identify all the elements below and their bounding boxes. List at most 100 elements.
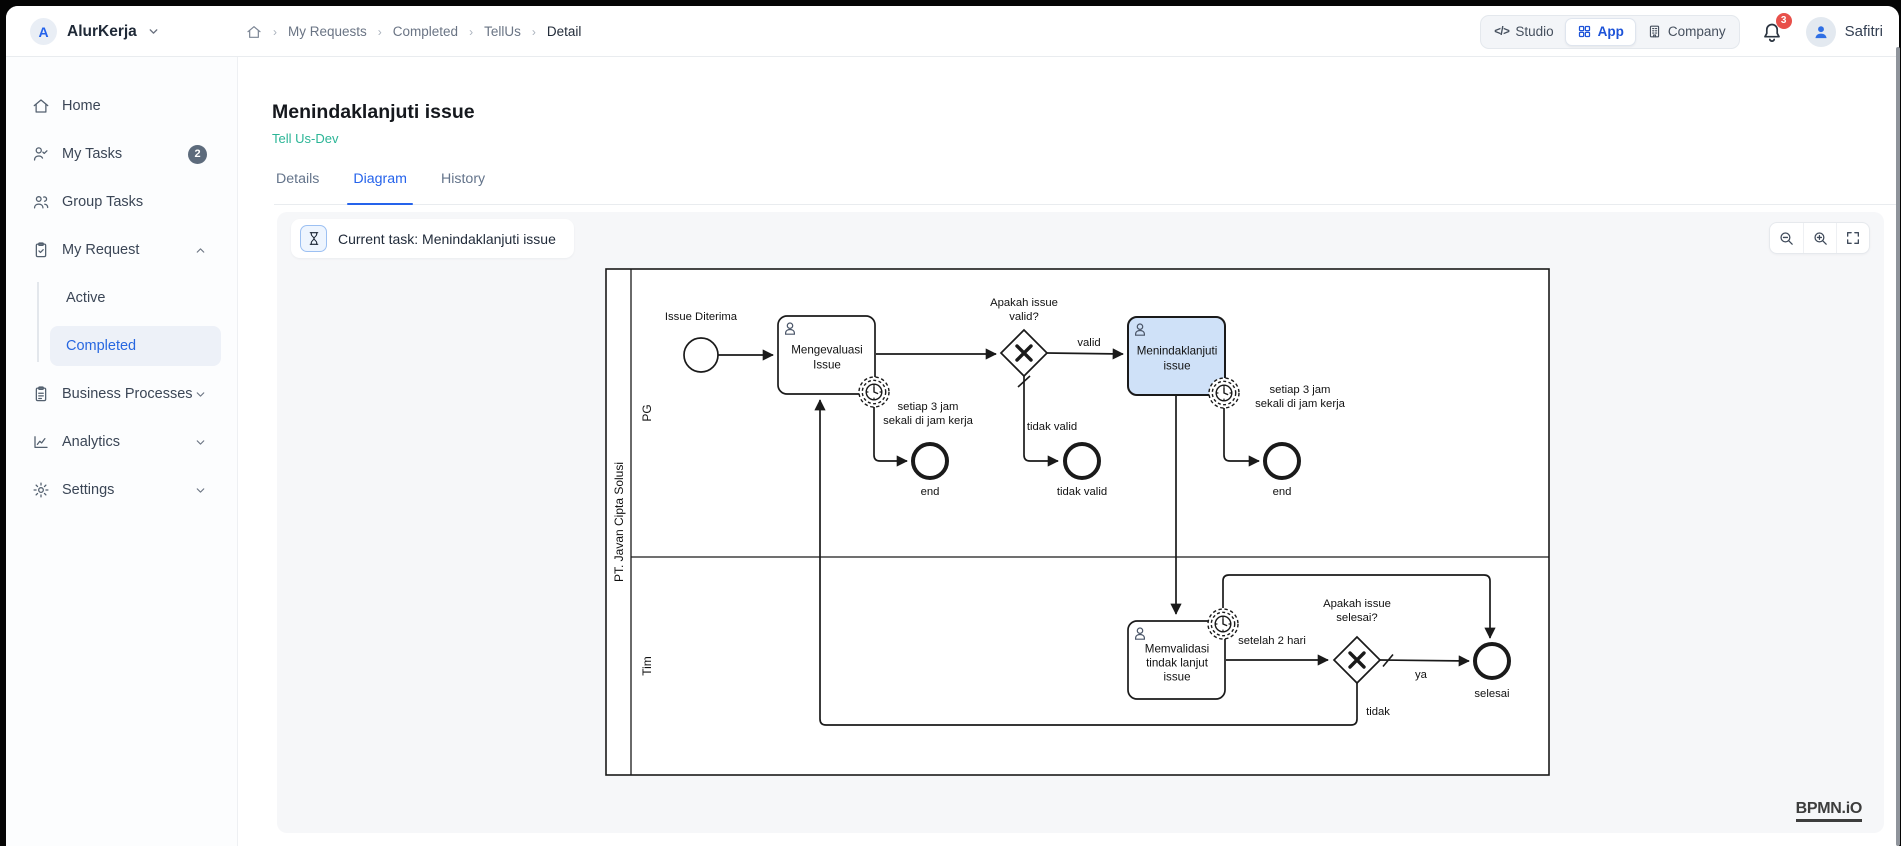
app-window: A AlurKerja › My Requests › Completed › … xyxy=(0,0,1901,846)
sidebar-item-my-tasks[interactable]: My Tasks 2 xyxy=(6,134,229,174)
hourglass-icon xyxy=(300,225,327,252)
building-icon xyxy=(1649,25,1659,38)
page-scrollbar[interactable] xyxy=(1895,47,1900,846)
brand-name: AlurKerja xyxy=(67,22,137,40)
start-event-label: Issue Diterima xyxy=(665,311,738,323)
task-label-line: Issue xyxy=(813,359,841,372)
company-label: Company xyxy=(1667,24,1726,39)
flow-label-ya: ya xyxy=(1415,669,1428,681)
tab-history[interactable]: History xyxy=(439,165,487,204)
task-label-line: Menindaklanjuti xyxy=(1137,345,1218,358)
timer-label-line: setiap 3 jam xyxy=(1270,384,1331,396)
app-label: App xyxy=(1597,24,1624,39)
home-icon[interactable] xyxy=(246,24,262,40)
clipboard-check-icon xyxy=(35,242,47,258)
code-icon: </> xyxy=(1494,25,1510,38)
task-label-line: Memvalidasi xyxy=(1145,643,1209,656)
zoom-out-button[interactable] xyxy=(1770,223,1803,253)
bpmn-boundary-timer-evaluate[interactable] xyxy=(858,376,890,408)
sidebar-label: Analytics xyxy=(62,434,121,450)
diagram-zoom-controls xyxy=(1769,222,1870,254)
bpmn-task-menindaklanjuti-issue-current[interactable]: Menindaklanjuti issue xyxy=(1127,316,1226,396)
breadcrumb: › My Requests › Completed › TellUs › Det… xyxy=(246,6,581,57)
app-frame: A AlurKerja › My Requests › Completed › … xyxy=(6,6,1899,846)
sidebar-item-group-tasks[interactable]: Group Tasks xyxy=(6,182,229,222)
sidebar-subitem-completed[interactable]: Completed xyxy=(50,326,221,366)
sidebar-item-home[interactable]: Home xyxy=(6,86,229,126)
lane-label-pg: PG xyxy=(640,404,654,421)
sidebar-item-business-processes[interactable]: Business Processes xyxy=(6,374,229,414)
flow-gateway2-ya-to-selesai xyxy=(1379,655,1470,667)
topbar-right: </> Studio App Company 3 Safitri xyxy=(1480,6,1883,57)
end-event-label: end xyxy=(921,486,940,498)
app-button[interactable]: App xyxy=(1564,17,1636,46)
task-label-line: Mengevaluasi xyxy=(791,344,863,357)
sidebar-label: Home xyxy=(62,98,101,114)
main-content: Menindaklanjuti issue Tell Us-Dev Detail… xyxy=(238,57,1899,846)
gear-icon xyxy=(33,482,49,498)
home-icon xyxy=(33,99,49,113)
chevron-down-icon xyxy=(149,29,158,34)
user-name: Safitri xyxy=(1844,23,1883,40)
current-task-label: Current task: Menindaklanjuti issue xyxy=(338,230,556,247)
sidebar-label: Group Tasks xyxy=(62,194,144,210)
topbar: A AlurKerja › My Requests › Completed › … xyxy=(6,6,1899,57)
chart-icon xyxy=(34,436,48,449)
breadcrumb-item-detail: Detail xyxy=(546,24,582,39)
fullscreen-button[interactable] xyxy=(1836,223,1869,253)
brand-menu[interactable]: A AlurKerja xyxy=(30,6,160,57)
sidebar-item-my-request[interactable]: My Request xyxy=(6,230,229,270)
task-label-line: issue xyxy=(1163,671,1190,684)
breadcrumb-item-my-requests[interactable]: My Requests xyxy=(288,24,367,39)
bpmn-io-watermark[interactable]: BPMN.iO xyxy=(1795,800,1862,822)
chevron-down-icon xyxy=(196,487,205,493)
end-event-label: selesai xyxy=(1474,688,1509,700)
sidebar-item-settings[interactable]: Settings xyxy=(6,470,229,510)
zoom-in-button[interactable] xyxy=(1803,223,1836,253)
sidebar-label: Completed xyxy=(66,338,137,354)
workspace-switcher: </> Studio App Company xyxy=(1480,14,1740,49)
gateway-label-line: valid? xyxy=(1009,311,1039,323)
task-label-line: issue xyxy=(1163,360,1190,373)
notifications-button[interactable]: 3 xyxy=(1760,12,1792,47)
diagram-panel[interactable]: PT. Javan Cipta Solusi PG Tim Issue Dite… xyxy=(277,212,1884,833)
gateway-label-line: selesai? xyxy=(1336,612,1377,624)
sidebar-subitem-active[interactable]: Active xyxy=(50,278,221,318)
bpmn-boundary-timer-followup[interactable] xyxy=(1208,377,1240,409)
tab-details[interactable]: Details xyxy=(274,165,321,204)
bpmn-end-event-selesai[interactable]: selesai xyxy=(1473,642,1511,700)
zoom-out-icon xyxy=(1780,231,1793,245)
sidebar-label: My Tasks xyxy=(62,146,123,162)
bpmn-boundary-timer-validate[interactable] xyxy=(1207,608,1239,640)
breadcrumb-separator: › xyxy=(273,24,277,39)
breadcrumb-separator: › xyxy=(469,24,474,39)
current-task-banner: Current task: Menindaklanjuti issue xyxy=(291,219,574,258)
timer-label-line: sekali di jam kerja xyxy=(883,415,973,427)
tab-diagram[interactable]: Diagram xyxy=(347,165,413,205)
breadcrumb-item-completed[interactable]: Completed xyxy=(393,24,458,39)
timer-label-line: sekali di jam kerja xyxy=(1255,398,1345,410)
clipboard-list-icon xyxy=(35,386,47,402)
brand-logo: A xyxy=(30,18,57,45)
end-event-label: tidak valid xyxy=(1057,486,1107,498)
submenu-guide-line xyxy=(37,282,39,362)
studio-button[interactable]: </> Studio xyxy=(1483,18,1564,46)
person-check-icon xyxy=(33,147,48,161)
grid-icon xyxy=(1578,25,1590,38)
lane-label-tim: Tim xyxy=(640,656,654,676)
bpmn-task-mengevaluasi-issue[interactable]: Mengevaluasi Issue xyxy=(777,315,876,395)
timer-label-line: setiap 3 jam xyxy=(898,401,959,413)
person-icon xyxy=(1815,25,1827,38)
page-title: Menindaklanjuti issue xyxy=(272,101,475,123)
chevron-down-icon xyxy=(196,391,205,397)
flow-label-tidak-valid: tidak valid xyxy=(1027,421,1077,433)
user-menu[interactable]: Safitri xyxy=(1805,16,1883,47)
bpmn-canvas[interactable]: PT. Javan Cipta Solusi PG Tim Issue Dite… xyxy=(277,212,1884,833)
company-button[interactable]: Company xyxy=(1636,18,1737,46)
sidebar-label: Settings xyxy=(62,482,115,498)
chevron-down-icon xyxy=(196,439,205,445)
breadcrumb-item-tellus[interactable]: TellUs xyxy=(484,24,521,39)
chevron-up-icon xyxy=(196,247,205,253)
sidebar-item-analytics[interactable]: Analytics xyxy=(6,422,229,462)
pool-label: PT. Javan Cipta Solusi xyxy=(612,462,626,582)
